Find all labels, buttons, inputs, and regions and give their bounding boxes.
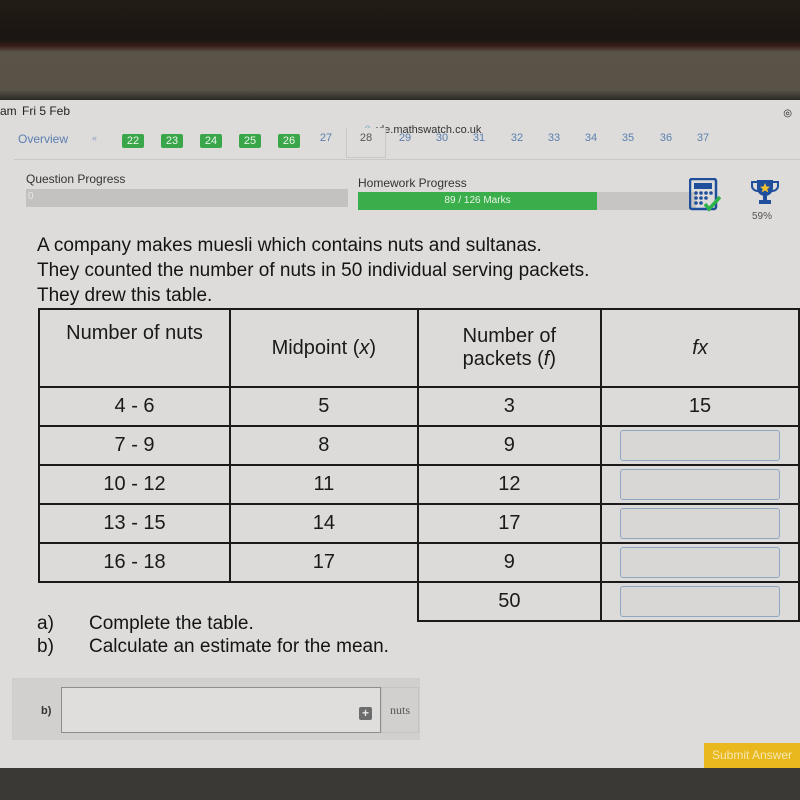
fx-input[interactable]	[620, 547, 781, 578]
trophy-icon[interactable]	[750, 178, 780, 206]
page-link-31[interactable]: 31	[468, 132, 490, 144]
page-link-29[interactable]: 29	[394, 132, 416, 144]
cell-midpoint: 5	[229, 386, 419, 427]
question-line: A company makes muesli which contains nu…	[37, 235, 542, 256]
cell-frequency: 9	[416, 542, 603, 583]
homework-progress-text: 89 / 126 Marks	[444, 195, 511, 206]
question-line: They counted the number of nuts in 50 in…	[37, 260, 590, 281]
header-number-of-nuts: Number of nuts	[37, 308, 232, 388]
fx-input[interactable]	[620, 430, 781, 461]
header-midpoint-text: Midpoint (	[271, 336, 360, 359]
fx-input[interactable]	[620, 508, 781, 539]
page-link-34[interactable]: 34	[580, 132, 602, 144]
overview-link[interactable]: Overview	[18, 132, 68, 146]
total-fx-input[interactable]	[620, 586, 781, 617]
cell-midpoint: 14	[229, 503, 419, 544]
cell-total-frequency: 50	[416, 581, 603, 622]
cell-midpoint: 17	[229, 542, 419, 583]
mean-answer-input[interactable]	[61, 687, 381, 733]
trophy-percent: 59%	[752, 211, 773, 222]
device-bezel-bottom	[0, 768, 800, 800]
page-link-28[interactable]: 28	[346, 128, 386, 158]
cell-range: 7 - 9	[37, 425, 232, 466]
fx-input[interactable]	[620, 469, 781, 500]
cell-frequency: 12	[416, 464, 603, 505]
frequency-table: Number of nuts Midpoint (x) Number of pac…	[37, 308, 800, 622]
page-link-27[interactable]: 27	[315, 132, 337, 144]
header-fx-text: fx	[692, 336, 708, 359]
page-link-36[interactable]: 36	[655, 132, 677, 144]
status-time: am	[0, 104, 17, 118]
page-link-23[interactable]: 23	[161, 134, 183, 148]
plus-icon[interactable]: +	[359, 707, 372, 720]
table-row: 13 - 15 14 17	[37, 503, 800, 544]
page-link-35[interactable]: 35	[617, 132, 639, 144]
table-header-row: Number of nuts Midpoint (x) Number of pac…	[37, 308, 800, 388]
page-link-26[interactable]: 26	[278, 134, 300, 148]
table-row: 10 - 12 11 12	[37, 464, 800, 505]
part-b: b) Calculate an estimate for the mean.	[37, 636, 389, 657]
submit-answer-button[interactable]: Submit Answer	[704, 743, 800, 768]
part-a: a) Complete the table.	[37, 613, 254, 634]
homework-progress-bar: 89 / 126 Marks	[358, 192, 696, 210]
question-parts: a) Complete the table. b) Calculate an est…	[37, 612, 389, 658]
cell-fx	[600, 542, 800, 583]
table-row: 16 - 18 17 9	[37, 542, 800, 583]
header-midpoint: Midpoint (x)	[229, 308, 419, 388]
cell-frequency: 9	[416, 425, 603, 466]
question-progress-label: Question Progress	[26, 172, 126, 186]
status-date: Fri 5 Feb	[22, 104, 71, 118]
answer-unit: nuts	[381, 687, 419, 733]
cell-frequency: 17	[416, 503, 603, 544]
answer-panel: b) + nuts	[12, 678, 420, 740]
cell-range: 16 - 18	[37, 542, 232, 583]
cell-frequency: 3	[416, 386, 603, 427]
cell-fx	[600, 503, 800, 544]
header-frequency-close: )	[549, 348, 557, 370]
page-link-37[interactable]: 37	[692, 132, 714, 144]
header-fx: fx	[600, 308, 800, 388]
calculator-icon[interactable]	[689, 178, 721, 212]
cell-midpoint: 11	[229, 464, 419, 505]
cell-total-fx	[600, 581, 800, 622]
question-progress-value: 0	[28, 191, 34, 202]
header-frequency: Number of packets (f)	[416, 308, 603, 388]
header-frequency-line1: Number of	[462, 325, 557, 347]
wifi-icon: ◎	[783, 108, 792, 119]
page-link-30[interactable]: 30	[431, 132, 453, 144]
question-progress-bar: 0	[26, 189, 348, 207]
question-text: A company makes muesli which contains nu…	[37, 233, 589, 308]
header-midpoint-var: x	[359, 336, 370, 359]
page-link-32[interactable]: 32	[506, 132, 528, 144]
cell-range: 4 - 6	[37, 386, 232, 427]
page-link-33[interactable]: 33	[543, 132, 565, 144]
table-row: 7 - 9 8 9	[37, 425, 800, 466]
cell-fx: 15	[600, 386, 800, 427]
cell-range: 13 - 15	[37, 503, 232, 544]
page-link-25[interactable]: 25	[239, 134, 261, 148]
cell-fx	[600, 425, 800, 466]
status-bar: am Fri 5 Feb ◎	[0, 100, 800, 124]
device-bezel-top	[0, 0, 800, 100]
prev-pages-button[interactable]: «	[92, 133, 97, 143]
table-row: 4 - 6 5 3 15	[37, 386, 800, 427]
cell-range: 10 - 12	[37, 464, 232, 505]
question-line: They drew this table.	[37, 285, 213, 306]
page-link-24[interactable]: 24	[200, 134, 222, 148]
cell-midpoint: 8	[229, 425, 419, 466]
answer-label: b)	[41, 705, 52, 717]
header-frequency-text: packets (	[462, 348, 544, 370]
header-midpoint-close: )	[369, 336, 377, 359]
question-pager: Overview « 22 23 24 25 26 27 28 29 30 31 32 33 34 35 3…	[14, 128, 800, 160]
browser-screen: am Fri 5 Feb ◎ 🔒vle.mathswatch.co.uk Ove…	[0, 100, 800, 768]
page-link-22[interactable]: 22	[122, 134, 144, 148]
cell-fx	[600, 464, 800, 505]
homework-progress-label: Homework Progress	[358, 176, 467, 190]
